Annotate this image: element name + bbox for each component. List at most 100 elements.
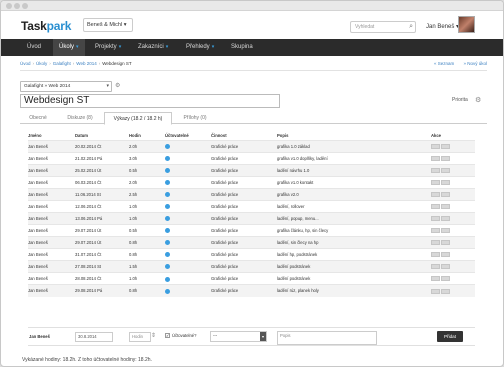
window-minimize-dot[interactable] [14,3,20,9]
cell-actions [431,272,475,285]
hours-input[interactable]: Hodin [129,332,151,342]
user-menu[interactable]: Jan Beneš ▾ [426,23,459,30]
edit-icon[interactable] [431,179,440,185]
delete-icon[interactable] [441,276,450,282]
task-title-input[interactable]: Webdesign ST [20,94,280,108]
table-row: Jan Beneš 25.02.2014 Út 0.5h Grafické práce… [28,163,475,177]
delete-icon[interactable] [441,155,450,161]
billable-checkbox[interactable]: ✓ [165,333,170,338]
delete-icon[interactable] [441,228,450,234]
delete-icon[interactable] [441,203,450,209]
breadcrumb-separator-icon: › [98,61,101,66]
edit-icon[interactable] [431,276,440,282]
breadcrumb-link[interactable]: Úvod [20,61,31,66]
billable-check-icon [165,180,170,186]
cell-description: grafika v2.0 [277,187,431,201]
nav-item-clients[interactable]: Zakazníci ▾ [132,39,174,56]
settings-icon[interactable]: ⚙ [115,82,120,89]
edit-icon[interactable] [431,155,440,161]
avatar[interactable] [458,16,475,33]
priority-gear-icon[interactable]: ⚙ [475,96,481,104]
back-to-list-link[interactable]: « Seznam [434,61,454,66]
cell-hours: 1.0h [129,199,165,213]
tab-attachments[interactable]: Přílohy (0) [174,112,216,124]
project-select[interactable]: Galafight » Web 2014 ▾ [20,81,112,92]
tab-discussion[interactable]: Diskuze (8) [58,112,102,124]
edit-icon[interactable] [431,191,440,197]
cell-actions [431,187,475,201]
cell-name: Jan Beneš [28,223,75,237]
edit-icon[interactable] [431,143,440,149]
cell-name: Jan Beneš [28,139,75,153]
delete-icon[interactable] [441,216,450,221]
delete-icon[interactable] [441,288,450,294]
nav-item-projects[interactable]: Projekty ▾ [89,39,127,56]
cell-description: ladění, sin člecy na hp [277,235,431,249]
table-row: Jan Beneš 29.07.2014 Út 0.5h Grafické práce… [28,223,475,237]
edit-icon[interactable] [431,288,440,294]
cell-actions [431,259,475,273]
table-row: Jan Beneš 20.02.2014 Čt 2.0h Grafické práce… [28,139,475,153]
nav-item-group[interactable]: Skupina [225,39,259,56]
add-button[interactable]: Přidat [437,331,463,342]
breadcrumb-link[interactable]: Web 2014 [76,61,96,66]
logo-part-b: park [46,19,72,33]
breadcrumb-link[interactable]: Galafight [53,61,71,66]
breadcrumb-link[interactable]: Úkoly [36,61,47,66]
chevron-down-icon: ▾ [123,22,127,28]
breadcrumb: Úvod › Úkoly › Galafight › Web 2014 › Webdesign … [20,61,132,66]
edit-icon[interactable] [431,252,440,258]
nav-item-reports[interactable]: Přehledy ▾ [180,39,220,56]
cell-activity: Grafické práce [211,199,277,213]
window-maximize-dot[interactable] [22,3,28,9]
edit-icon[interactable] [431,216,440,221]
tab-general[interactable]: Obecné [20,112,56,124]
edit-icon[interactable] [431,203,440,209]
cell-billable [165,223,211,237]
breadcrumb-separator-icon: › [32,61,35,66]
window-close-dot[interactable] [6,3,12,9]
cell-actions [431,235,475,249]
nav-item-label: Úkoly [59,44,75,50]
breadcrumb-current: Webdesign ST [102,61,132,66]
activity-select[interactable]: --- ▾ [210,331,267,342]
table-row: Jan Beneš 27.08.2014 St 1.5h Grafické práce… [28,259,475,273]
delete-icon[interactable] [441,191,450,197]
cell-hours: 3.0h [129,151,165,165]
new-task-link[interactable]: » Nový úkol [463,61,487,66]
nav-item-tasks[interactable]: Úkoly ▾ [53,39,85,56]
edit-icon[interactable] [431,167,440,173]
edit-icon[interactable] [431,228,440,234]
cell-description: ladění návrhu 1.0 [277,163,431,177]
cell-date: 06.03.2014 Čt [75,175,129,189]
cell-activity: Grafické práce [211,259,277,273]
cell-description: grafika článku, hp, sin člecy [277,223,431,237]
edit-icon[interactable] [431,264,440,270]
hours-stepper-icon[interactable]: ⇕ [151,332,156,339]
description-input[interactable]: Popis [277,331,377,345]
delete-icon[interactable] [441,240,450,246]
cell-hours: 2.5h [129,187,165,201]
delete-icon[interactable] [441,167,450,173]
nav-item-home[interactable]: Úvod [21,39,47,56]
cell-description: ladění, popup, menu... [277,211,431,225]
cell-billable [165,235,211,249]
cell-description: grafika v1.0 kontakt [277,175,431,189]
logo[interactable]: Taskpark [21,19,71,33]
company-select[interactable]: Beneš & Michl ▾ [83,18,133,32]
nav-item-label: Projekty [95,44,117,50]
delete-icon[interactable] [441,179,450,185]
cell-billable [165,272,211,285]
delete-icon[interactable] [441,252,450,258]
search-icon[interactable]: ⌕ [409,23,413,31]
date-input[interactable]: 30.8.2014 [75,332,113,342]
cell-activity: Grafické práce [211,187,277,201]
cell-description: ladění rúz, planek holy [277,284,431,297]
cell-hours: 0.5h [129,163,165,177]
edit-icon[interactable] [431,240,440,246]
cell-date: 27.08.2014 St [75,259,129,273]
delete-icon[interactable] [441,264,450,270]
tab-reports[interactable]: Výkazy (18.2 / 18.2 h) [104,112,172,125]
delete-icon[interactable] [441,143,450,149]
search-input[interactable]: Vyhledat ⌕ [350,21,416,33]
